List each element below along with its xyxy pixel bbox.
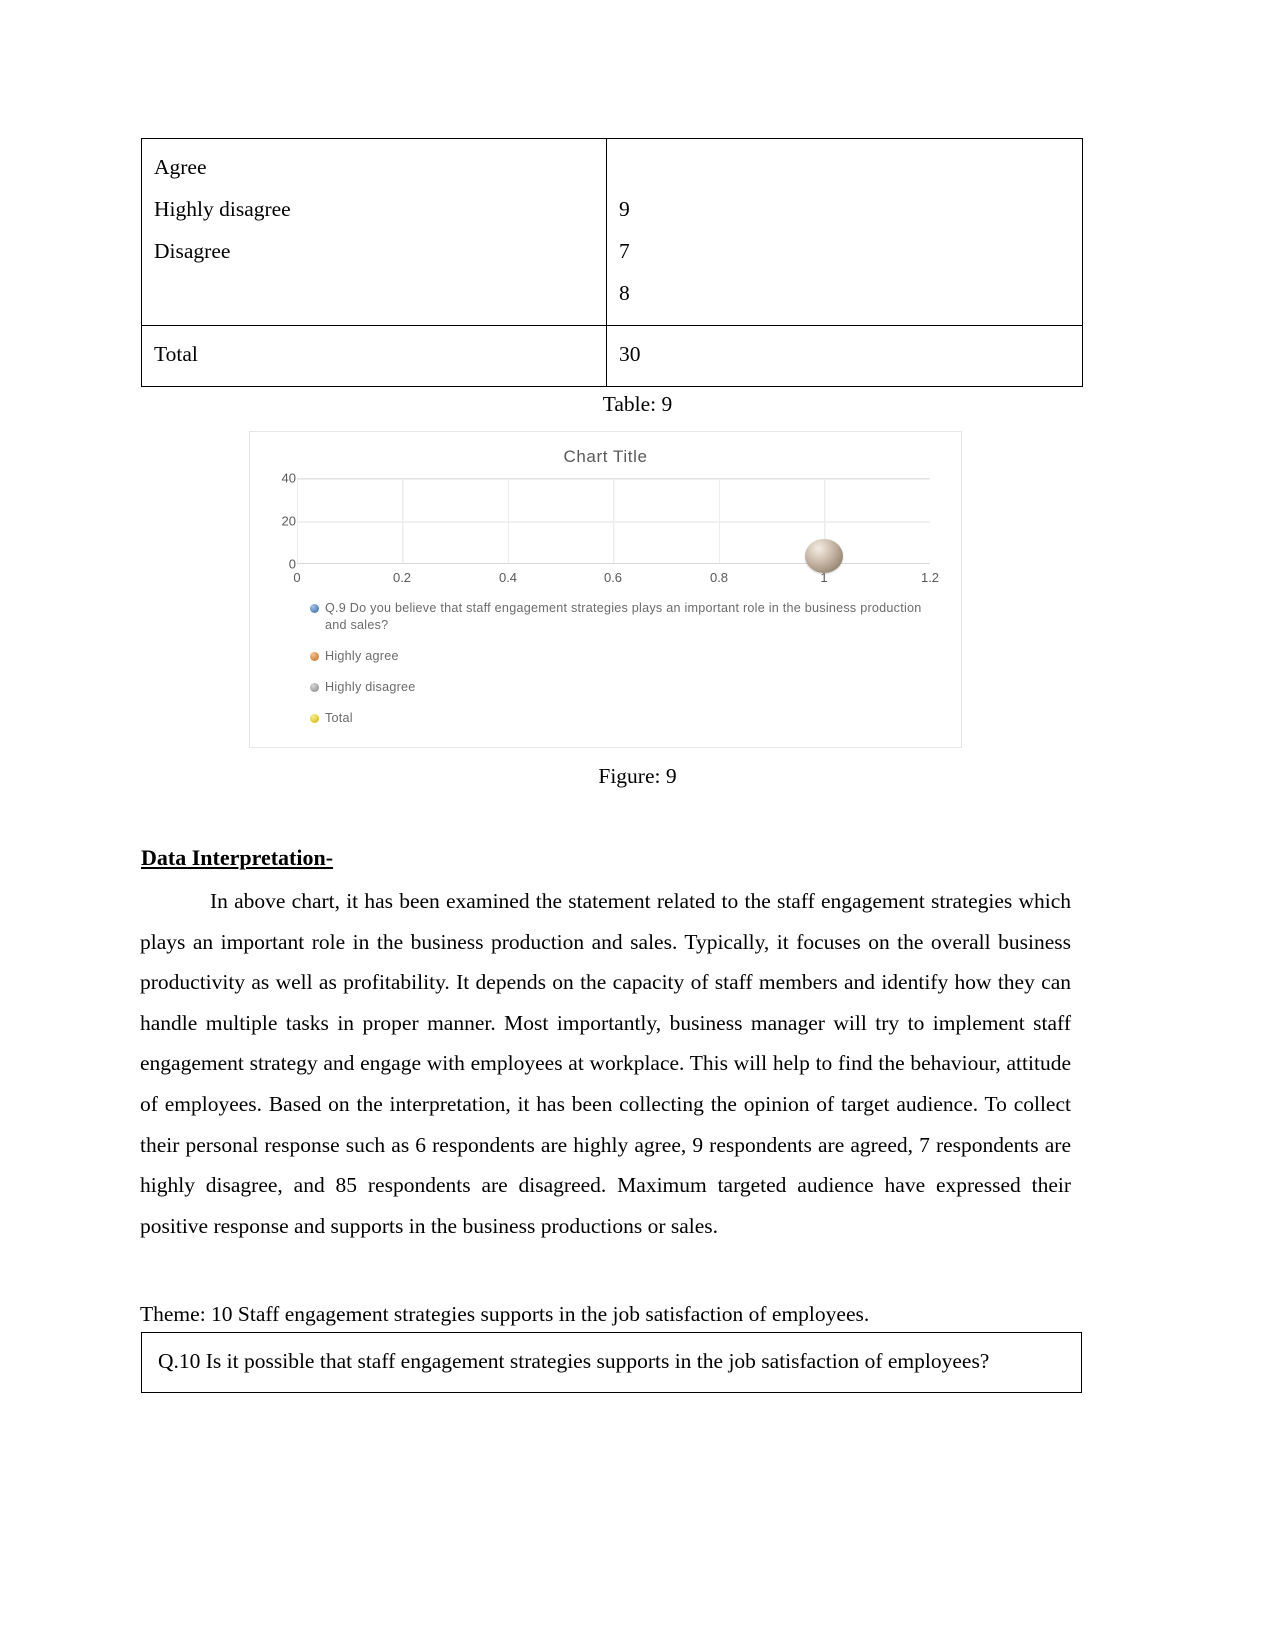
x-axis-tick: 0.4 bbox=[498, 570, 518, 585]
y-axis-tick: 20 bbox=[281, 513, 296, 529]
legend-label: Highly disagree bbox=[325, 680, 416, 694]
chart-title: Chart Title bbox=[563, 447, 648, 466]
legend-marker-sphere-icon bbox=[310, 683, 319, 692]
table-text-line: 8 bbox=[619, 280, 630, 305]
section-heading: Data Interpretation- bbox=[141, 845, 334, 870]
theme-line: Theme: 10 Staff engagement strategies su… bbox=[140, 1302, 870, 1326]
data-point-bubble bbox=[805, 539, 843, 573]
document-page: Agree Highly disagree Disagree 9 7 8 Tot… bbox=[0, 0, 1275, 1650]
x-axis-tick: 0.6 bbox=[603, 570, 623, 585]
legend-item[interactable]: Total bbox=[310, 710, 940, 727]
legend-label: Highly agree bbox=[325, 649, 399, 663]
figure-caption: Figure: 9 bbox=[598, 764, 677, 788]
chart-container: Chart Title 40 20 0 0 0.2 0.4 0.6 0.8 1 … bbox=[249, 431, 962, 748]
x-axis-tick: 0.2 bbox=[392, 570, 412, 585]
x-axis-tick: 1 bbox=[820, 570, 828, 585]
legend-item[interactable]: Q.9 Do you believe that staff engagement… bbox=[310, 600, 940, 634]
table-row-total: Total 30 bbox=[141, 324, 1083, 387]
table-row: Agree Highly disagree Disagree 9 7 8 bbox=[141, 138, 1083, 326]
table-text-line: 9 bbox=[619, 196, 630, 221]
y-axis-tick-labels: 40 20 0 bbox=[250, 471, 296, 572]
legend-label: Q.9 Do you believe that staff engagement… bbox=[325, 601, 922, 632]
table-caption: Table: 9 bbox=[602, 392, 673, 416]
table-text-line: 7 bbox=[619, 238, 630, 263]
gridline-vertical bbox=[613, 479, 614, 563]
legend-item[interactable]: Highly agree bbox=[310, 648, 940, 665]
legend-marker-sphere-icon bbox=[310, 714, 319, 723]
y-axis-tick: 40 bbox=[281, 470, 296, 486]
interpretation-paragraph: In above chart, it has been examined the… bbox=[140, 889, 1071, 1238]
legend-marker-sphere-icon bbox=[310, 604, 319, 613]
legend-item[interactable]: Highly disagree bbox=[310, 679, 940, 696]
chart-plot-area bbox=[297, 478, 930, 573]
gridline-vertical bbox=[402, 479, 403, 563]
table-text-line: Highly disagree bbox=[154, 196, 291, 221]
table-cell-total-value: 30 bbox=[606, 324, 1083, 387]
table-text-line: Agree bbox=[154, 155, 207, 179]
chart-legend: Q.9 Do you believe that staff engagement… bbox=[310, 600, 940, 741]
x-axis-tick-labels: 0 0.2 0.4 0.6 0.8 1 1.2 bbox=[293, 570, 939, 592]
table-cell-total-label: Total bbox=[141, 324, 607, 387]
table-cell-categories: Agree Highly disagree Disagree bbox=[141, 138, 607, 326]
x-axis-tick: 1.2 bbox=[920, 570, 940, 585]
x-axis-tick: 0 bbox=[293, 570, 301, 585]
gridline-vertical bbox=[508, 479, 509, 563]
gridline-vertical bbox=[297, 479, 298, 563]
table-cell-values: 9 7 8 bbox=[606, 138, 1083, 326]
legend-label: Total bbox=[325, 711, 353, 725]
table-text-line: Disagree bbox=[154, 238, 231, 263]
x-axis-tick: 0.8 bbox=[709, 570, 729, 585]
question-box: Q.10 Is it possible that staff engagemen… bbox=[141, 1332, 1082, 1393]
chart-plot-wrapper: 40 20 0 0 0.2 0.4 0.6 0.8 1 1.2 bbox=[250, 471, 963, 593]
response-table: Agree Highly disagree Disagree 9 7 8 Tot… bbox=[141, 138, 1083, 387]
legend-marker-sphere-icon bbox=[310, 652, 319, 661]
gridline-vertical bbox=[719, 479, 720, 563]
